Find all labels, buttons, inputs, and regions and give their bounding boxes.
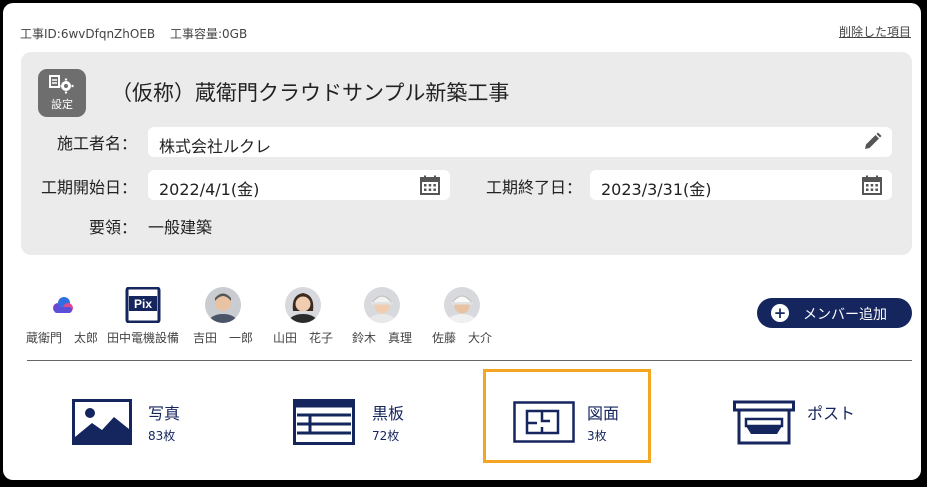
contractor-field[interactable]: 株式会社ルクレ (148, 127, 892, 157)
divider (27, 360, 912, 361)
settings-label: 設定 (51, 98, 73, 111)
edit-pencil-icon[interactable] (862, 132, 882, 152)
avatar (444, 287, 480, 323)
member-name: 蔵衛門 太郎 (26, 331, 99, 345)
end-date-label: 工期終了日： (485, 178, 582, 197)
construction-id: 工事ID:6wvDfqnZhOEB (20, 27, 156, 41)
avatar (205, 287, 241, 323)
work-type-value: 一般建築 (148, 218, 213, 237)
avatar (285, 287, 321, 323)
plus-icon: + (771, 304, 789, 322)
member-name: 鈴木 真理 (351, 331, 412, 345)
tile-title: ポスト (807, 404, 856, 423)
tile-photos[interactable]: 写真 83枚 (63, 369, 263, 465)
member-name: 佐藤 大介 (431, 331, 492, 345)
member-item[interactable]: 鈴木 真理 (346, 287, 418, 346)
post-tray-icon (733, 400, 795, 445)
contractor-value: 株式会社ルクレ (159, 137, 272, 156)
tile-post[interactable]: ポスト (728, 369, 908, 465)
member-item[interactable]: Pix 田中電機設備 (107, 287, 179, 346)
tile-blackboards[interactable]: 黒板 72枚 (288, 369, 478, 465)
settings-icon (49, 75, 74, 94)
avatar (364, 287, 400, 323)
member-name: 吉田 一郎 (192, 331, 253, 345)
svg-text:Pix: Pix (134, 297, 152, 311)
member-name: 山田 花子 (272, 331, 333, 345)
member-item[interactable]: 佐藤 大介 (426, 287, 498, 346)
tile-title: 図面 (587, 404, 620, 423)
start-date-value: 2022/4/1(金) (159, 180, 260, 199)
tile-count: 3枚 (587, 429, 607, 443)
project-info-card: 設定 （仮称）蔵衛門クラウドサンプル新築工事 施工者名： 株式会社ルクレ 工期開… (21, 52, 912, 255)
kuraemon-logo-icon (44, 287, 80, 323)
tile-count: 72枚 (372, 429, 400, 443)
end-date-value: 2023/3/31(金) (601, 180, 712, 199)
member-item[interactable]: 吉田 一郎 (187, 287, 259, 346)
member-item[interactable]: 山田 花子 (267, 287, 339, 346)
construction-capacity: 工事容量:0GB (170, 27, 248, 41)
start-date-field[interactable]: 2022/4/1(金) (148, 170, 450, 200)
deleted-items-link[interactable]: 削除した項目 (839, 23, 911, 40)
add-member-button[interactable]: + メンバー追加 (757, 298, 912, 328)
member-item[interactable]: 蔵衛門 太郎 (26, 287, 98, 346)
start-date-label: 工期開始日： (40, 178, 137, 197)
blackboard-icon (293, 399, 355, 445)
calendar-icon[interactable] (862, 175, 882, 195)
member-name: 田中電機設備 (107, 331, 180, 345)
tile-count: 83枚 (148, 429, 176, 443)
tile-drawings[interactable]: 図面 3枚 (508, 369, 648, 465)
contractor-label: 施工者名： (56, 134, 137, 153)
add-member-label: メンバー追加 (803, 307, 887, 323)
work-type-label: 要領： (88, 218, 137, 237)
drawing-icon (513, 401, 575, 443)
settings-button[interactable]: 設定 (38, 69, 86, 117)
photo-icon (72, 399, 132, 445)
end-date-field[interactable]: 2023/3/31(金) (590, 170, 892, 200)
pix-logo-icon: Pix (125, 287, 161, 323)
tile-title: 写真 (148, 404, 181, 423)
app-window: 工事ID:6wvDfqnZhOEB 工事容量:0GB 削除した項目 設定 （仮称… (3, 3, 921, 480)
project-title: （仮称）蔵衛門クラウドサンプル新築工事 (111, 81, 510, 105)
tile-title: 黒板 (372, 404, 405, 423)
calendar-icon[interactable] (420, 175, 440, 195)
